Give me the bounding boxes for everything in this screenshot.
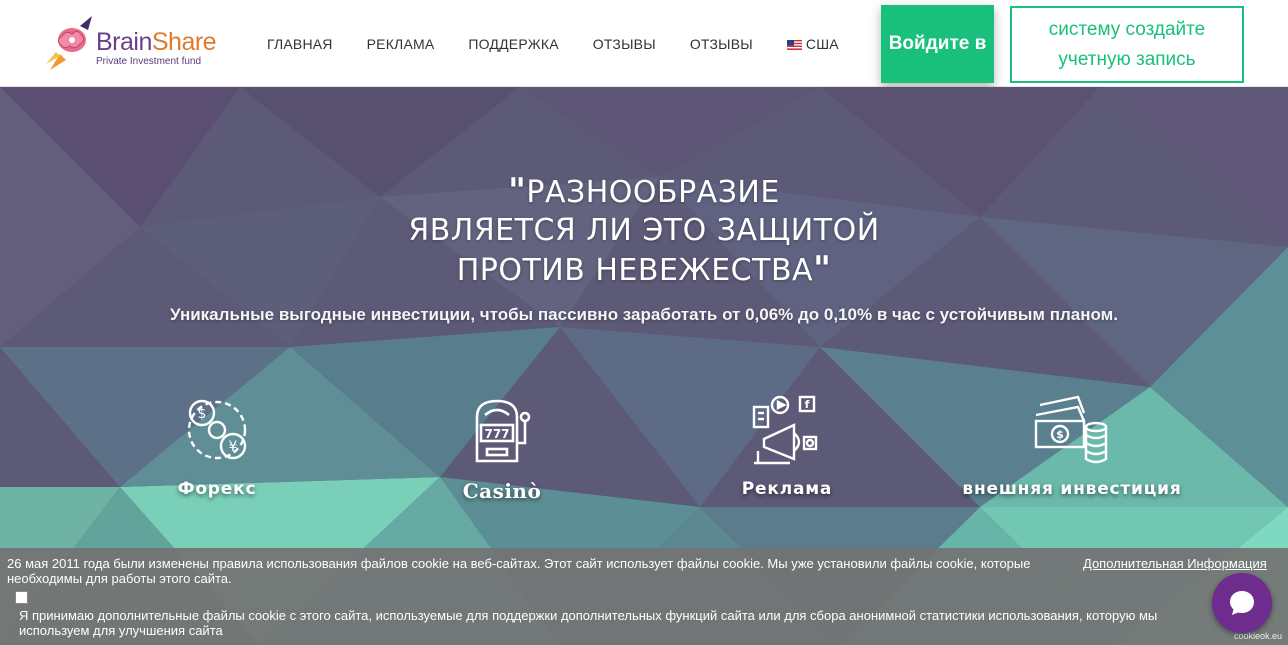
feature-casino[interactable]: 777 Casinò bbox=[382, 393, 622, 503]
feature-label: внешняя инвестиция bbox=[962, 479, 1182, 499]
feature-forex[interactable]: $ ¥ Форекс bbox=[97, 393, 337, 499]
brand-name: BrainShare bbox=[96, 28, 217, 56]
slot-machine-icon: 777 bbox=[475, 399, 531, 463]
hero-subtitle: Уникальные выгодные инвестиции, чтобы па… bbox=[170, 305, 1118, 324]
hero-title: "РАЗНООБРАЗИЕ ЯВЛЯЕТСЯ ЛИ ЭТО ЗАЩИТОЙ ПР… bbox=[408, 171, 880, 289]
cookie-banner: 26 мая 2011 года были изменены правила и… bbox=[0, 548, 1288, 645]
main-nav: ГЛАВНАЯ РЕКЛАМА ПОДДЕРЖКА ОТЗЫВЫ ОТЗЫВЫ … bbox=[267, 36, 873, 52]
nav-item-advertising[interactable]: РЕКЛАМА bbox=[367, 36, 435, 52]
feature-label: Casinò bbox=[462, 479, 542, 503]
register-button[interactable]: систему создайте учетную запись bbox=[1010, 6, 1244, 83]
chat-button[interactable] bbox=[1212, 573, 1272, 633]
header: BrainShare Private Investment fund ГЛАВН… bbox=[0, 0, 1288, 87]
brand-tagline: Private Investment fund bbox=[96, 56, 202, 67]
svg-text:$: $ bbox=[1056, 428, 1064, 441]
svg-text:¥: ¥ bbox=[229, 439, 238, 455]
cookie-more-info-link[interactable]: Дополнительная Информация bbox=[1083, 556, 1267, 571]
cookie-accept-text: Я принимаю дополнительные файлы cookie с… bbox=[19, 608, 1158, 638]
feature-external-investment[interactable]: $ внешняя инвестиция bbox=[952, 393, 1192, 499]
chat-bubble-icon bbox=[1230, 591, 1254, 615]
login-button[interactable]: Войдите в bbox=[881, 5, 994, 83]
svg-text:$: $ bbox=[198, 406, 207, 422]
brand-logo[interactable]: BrainShare Private Investment fund bbox=[44, 14, 244, 74]
us-flag-icon bbox=[786, 40, 802, 50]
cookie-accept-checkbox[interactable] bbox=[15, 591, 28, 604]
money-stack-icon: $ bbox=[1034, 395, 1108, 464]
svg-text:f: f bbox=[805, 398, 810, 411]
forex-coins-icon: $ ¥ bbox=[187, 399, 247, 460]
feature-advertising[interactable]: f Реклама bbox=[667, 393, 907, 499]
nav-item-reviews-2[interactable]: ОТЗЫВЫ bbox=[690, 36, 753, 52]
language-label: США bbox=[805, 36, 839, 52]
nav-item-reviews[interactable]: ОТЗЫВЫ bbox=[593, 36, 656, 52]
language-selector[interactable]: США bbox=[786, 36, 839, 52]
nav-item-home[interactable]: ГЛАВНАЯ bbox=[267, 36, 333, 52]
svg-text:777: 777 bbox=[484, 427, 509, 441]
cookie-notice-text: 26 мая 2011 года были изменены правила и… bbox=[7, 556, 1031, 586]
feature-label: Форекс bbox=[177, 479, 257, 499]
advertising-megaphone-icon: f bbox=[752, 395, 818, 465]
rocket-brain-icon bbox=[46, 16, 92, 70]
feature-label: Реклама bbox=[741, 479, 833, 499]
nav-item-support[interactable]: ПОДДЕРЖКА bbox=[468, 36, 558, 52]
